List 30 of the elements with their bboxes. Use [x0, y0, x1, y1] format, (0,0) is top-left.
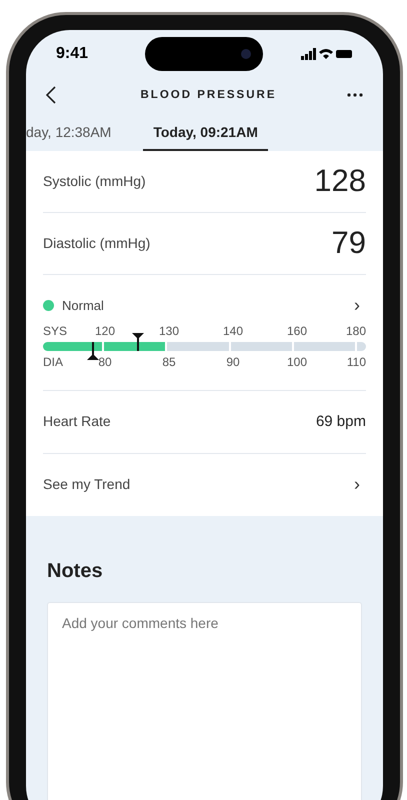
page-title: BLOOD PRESSURE — [140, 88, 276, 103]
status-time: 9:41 — [56, 44, 88, 64]
more-icon[interactable] — [347, 93, 363, 98]
reading-value: 128 — [314, 162, 366, 200]
notes-title: Notes — [47, 558, 104, 584]
sys-scale-tick: 160 — [286, 322, 308, 339]
heart-rate-value: 69 bpm — [316, 412, 366, 432]
date-tab[interactable]: day, 12:38AM — [26, 116, 122, 151]
sys-scale-label: SYS — [43, 322, 68, 339]
reading-value: 79 — [332, 224, 366, 262]
dia-scale-tick: 85 — [162, 354, 176, 370]
sys-scale-tick: 180 — [346, 322, 366, 339]
heart-rate-label: Heart Rate — [43, 412, 111, 432]
dia-scale-label: DIA — [43, 354, 64, 370]
back-icon[interactable] — [46, 86, 56, 104]
dia-scale-tick: 110 — [346, 354, 366, 370]
status-label: Normal — [62, 297, 104, 316]
sys-scale-tick: 140 — [222, 322, 244, 339]
notes-field[interactable]: Add your comments here — [47, 602, 362, 800]
reading-label: Diastolic (mmHg) — [43, 234, 150, 253]
reading-label: Systolic (mmHg) — [43, 172, 146, 191]
trend-link[interactable]: See my Trend › — [43, 454, 366, 516]
sys-scale-tick: 120 — [94, 322, 116, 339]
dia-scale-tick: 90 — [226, 354, 240, 370]
status-icons — [301, 48, 353, 60]
dia-scale-tick: 80 — [98, 354, 112, 370]
camera-icon — [240, 49, 251, 60]
sys-scale-tick: 130 — [158, 322, 180, 339]
dia-scale-tick: 100 — [286, 354, 308, 370]
chevron-icon[interactable]: › — [354, 292, 366, 320]
